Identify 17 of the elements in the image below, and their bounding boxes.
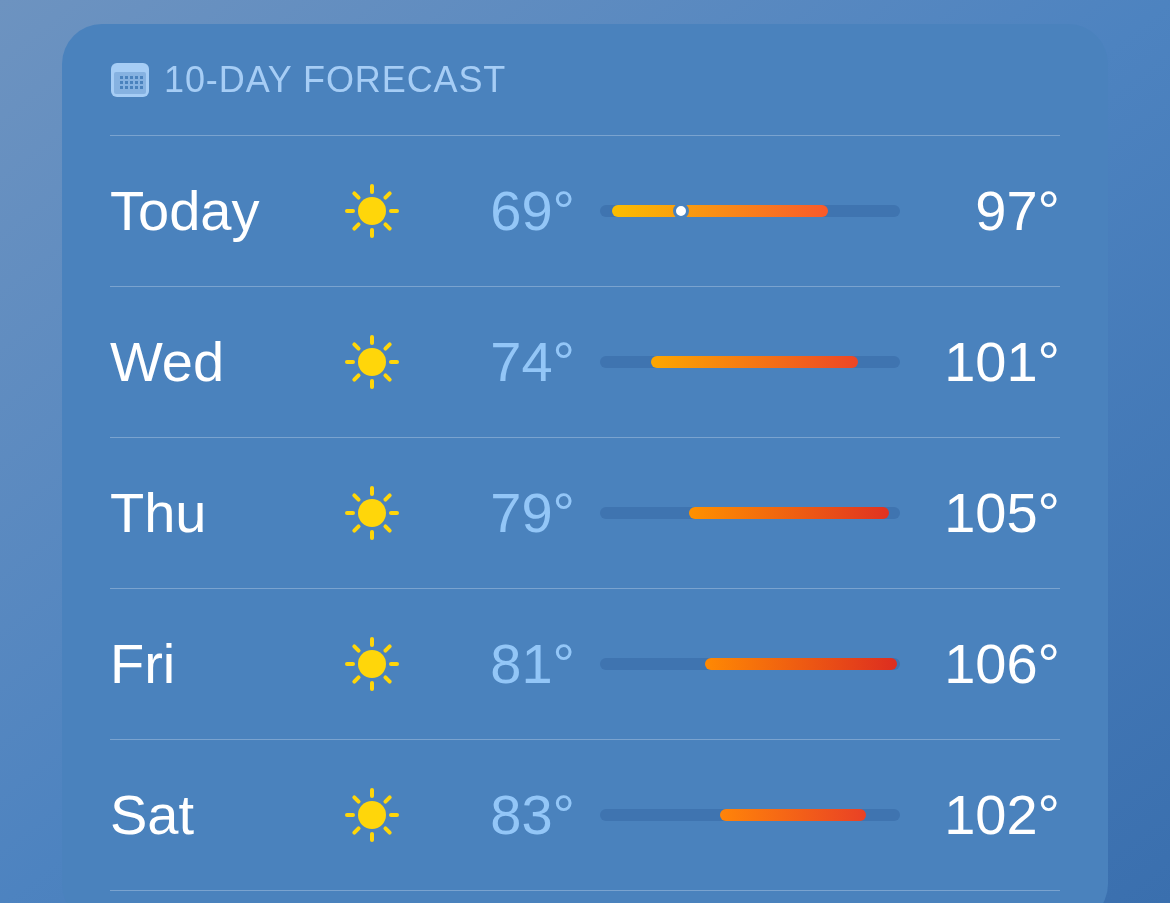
high-temperature: 97° [974,178,1060,244]
calendar-icon [110,61,150,98]
high-temperature: 106° [943,631,1060,697]
low-temperature: 79° [489,480,575,546]
high-temperature: 101° [943,329,1060,395]
day-label: Thu [110,480,208,546]
high-temperature: 102° [943,782,1060,848]
day-label: Wed [110,329,226,395]
low-temperature: 69° [489,178,575,244]
high-temperature: 105° [943,480,1060,546]
day-label: Today [110,178,261,244]
day-label: Fri [110,631,177,697]
day-label: Sat [110,782,196,848]
low-temperature: 74° [489,329,575,395]
low-temperature: 83° [489,782,575,848]
low-temperature: 81° [489,631,575,697]
forecast-title: 10-DAY FORECAST [164,57,507,102]
